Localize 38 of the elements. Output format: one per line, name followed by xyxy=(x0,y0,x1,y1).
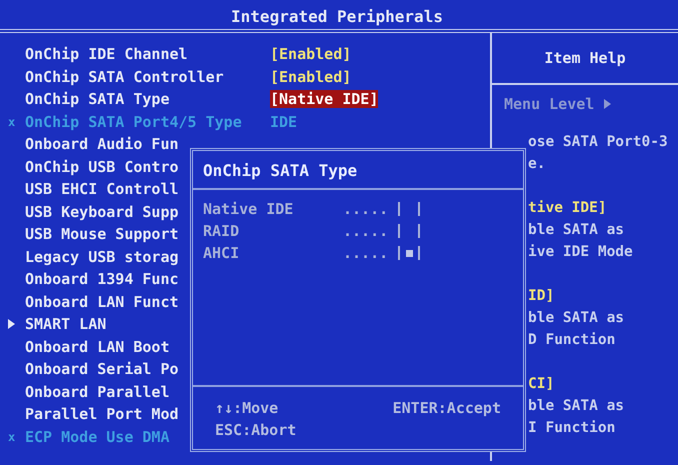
option-checkbox[interactable] xyxy=(398,224,420,238)
help-text: e. xyxy=(528,155,546,174)
submenu-arrow-icon xyxy=(8,319,15,330)
disabled-mark: x xyxy=(8,430,16,444)
help-text: ive IDE Mode xyxy=(528,243,634,262)
key-hint: ↑↓:Move xyxy=(215,399,280,417)
help-text: CI] xyxy=(528,375,556,394)
help-text: ID] xyxy=(528,287,556,306)
option-leader: ..... xyxy=(343,244,390,262)
setting-label[interactable]: OnChip SATA Controller xyxy=(25,68,270,86)
setting-value[interactable]: [Enabled] xyxy=(270,45,352,64)
help-text: ble SATA as xyxy=(528,221,626,240)
setting-label[interactable]: OnChip SATA Type xyxy=(25,90,270,108)
help-text: ble SATA as xyxy=(528,397,626,416)
disabled-mark: x xyxy=(8,114,16,129)
option-label[interactable]: AHCI xyxy=(203,244,343,262)
option-leader: ..... xyxy=(343,222,390,240)
setting-value[interactable]: [Native IDE] xyxy=(270,90,378,108)
option-leader: ..... xyxy=(343,200,390,218)
key-hint: ESC:Abort xyxy=(215,421,296,439)
screen-title: Integrated Peripherals xyxy=(231,7,443,26)
option-label[interactable]: RAID xyxy=(203,222,343,240)
help-text: ose SATA Port0-3 xyxy=(528,133,669,152)
menu-level-arrow-icon xyxy=(604,99,612,109)
setting-label[interactable]: Onboard Audio Fun xyxy=(25,135,270,154)
option-checkbox[interactable] xyxy=(398,246,420,260)
help-text: tive IDE] xyxy=(528,199,608,218)
setting-value[interactable]: [Enabled] xyxy=(270,68,352,86)
option-label[interactable]: Native IDE xyxy=(203,200,343,218)
dialog-title: OnChip SATA Type xyxy=(193,151,523,190)
item-help-title: Item Help xyxy=(544,49,626,67)
help-text: ble SATA as xyxy=(528,309,626,328)
help-text: I Function xyxy=(528,419,616,438)
help-text: D Function xyxy=(528,331,616,350)
setting-label[interactable]: OnChip IDE Channel xyxy=(25,45,270,64)
menu-level-label: Menu Level xyxy=(504,95,594,113)
key-hint: ENTER:Accept xyxy=(392,399,501,417)
option-checkbox[interactable] xyxy=(398,202,420,216)
